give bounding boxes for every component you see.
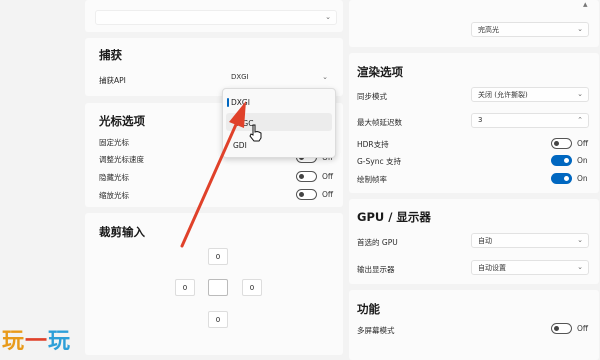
watermark-logo: 玩一玩: [2, 323, 71, 355]
watermark-char: 玩: [48, 329, 72, 354]
watermark-char: 玩: [2, 329, 26, 354]
watermark-char: 一: [25, 329, 49, 354]
hand-cursor-icon: [249, 124, 262, 142]
annotation-arrow: [180, 101, 246, 248]
